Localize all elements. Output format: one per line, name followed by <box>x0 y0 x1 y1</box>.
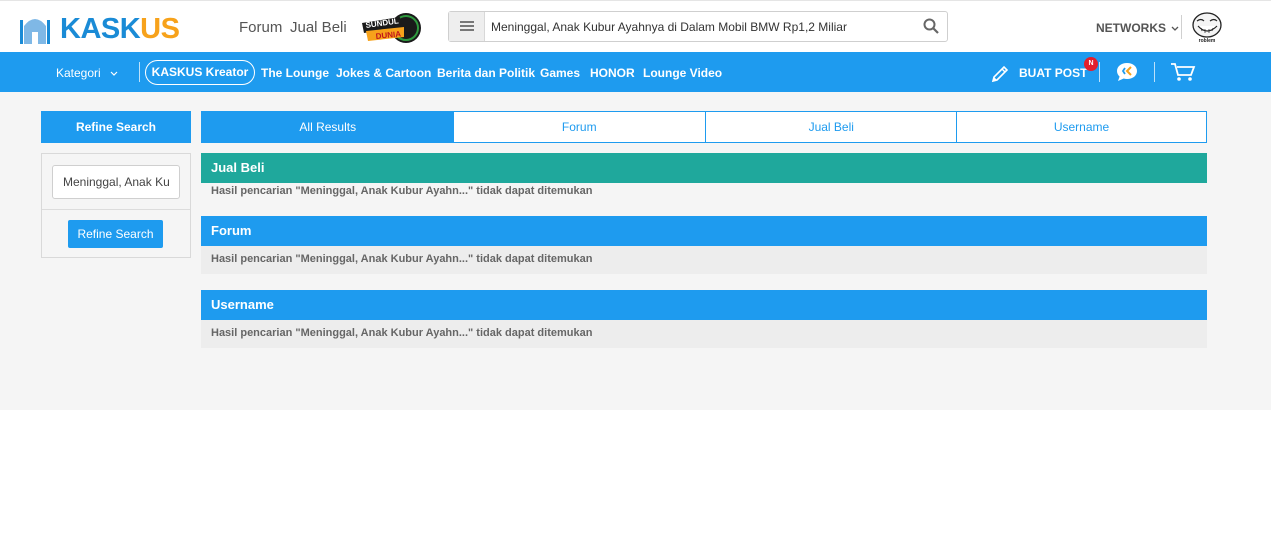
divider <box>1181 15 1182 39</box>
nav-item-the-lounge[interactable]: The Lounge <box>261 66 329 80</box>
nav-item-jokes-cartoon[interactable]: Jokes & Cartoon <box>336 66 431 80</box>
jual-beli-link[interactable]: Jual Beli <box>290 19 347 36</box>
tab-jual-beli[interactable]: Jual Beli <box>705 112 957 142</box>
buat-post-label: BUAT POST <box>1019 66 1088 80</box>
avatar[interactable]: roblem <box>1190 10 1224 44</box>
avatar-caption: roblem <box>1199 38 1216 44</box>
refine-search-button[interactable]: Refine Search <box>68 220 163 248</box>
sundul-dunia-icon: SUNDUL DUNIA <box>362 13 421 43</box>
kaskus-logo[interactable]: KASKUS <box>10 6 210 48</box>
refine-search-panel: Refine Search <box>41 153 191 258</box>
kaskus-kreator-button[interactable]: KASKUS Kreator <box>145 60 255 85</box>
chevron-down-icon <box>110 71 118 76</box>
pencil-icon <box>991 65 1009 83</box>
divider <box>42 209 190 210</box>
cart-button[interactable] <box>1170 62 1196 87</box>
notification-badge: N <box>1084 57 1098 71</box>
kategori-dropdown[interactable]: Kategori <box>56 66 118 80</box>
search-menu-button[interactable] <box>449 12 485 41</box>
refine-search-input[interactable] <box>52 165 180 199</box>
search-bar <box>448 11 948 42</box>
nav-item-honor[interactable]: HONOR <box>590 66 635 80</box>
nav-item-lounge-video[interactable]: Lounge Video <box>643 66 722 80</box>
nav-item-berita-politik[interactable]: Berita dan Politik <box>437 66 535 80</box>
nav-item-games[interactable]: Games <box>540 66 580 80</box>
divider <box>1154 62 1155 82</box>
tab-all-results[interactable]: All Results <box>202 112 454 142</box>
section-username-header: Username <box>201 290 1207 320</box>
section-jual-beli-message: Hasil pencarian "Meninggal, Anak Kubur A… <box>201 183 1207 211</box>
mosque-logo-icon <box>18 10 52 44</box>
category-navbar: Kategori KASKUS Kreator The Lounge Jokes… <box>0 52 1271 92</box>
tab-username[interactable]: Username <box>956 112 1206 142</box>
chat-bubble-icon <box>1117 63 1137 81</box>
search-results-area: Refine Search Refine Search All Results … <box>0 92 1271 410</box>
results-tabs: All Results Forum Jual Beli Username <box>201 111 1207 143</box>
section-username-message: Hasil pencarian "Meninggal, Anak Kubur A… <box>201 320 1207 348</box>
forum-link[interactable]: Forum <box>239 19 282 36</box>
chevron-down-icon <box>1171 26 1179 31</box>
refine-search-title: Refine Search <box>41 111 191 143</box>
shopping-cart-icon <box>1171 63 1196 81</box>
divider <box>1099 62 1100 82</box>
divider <box>139 62 140 82</box>
top-header: KASKUS Forum Jual Beli SUNDUL DUNIA NETW… <box>0 0 1271 52</box>
search-icon[interactable] <box>923 18 939 34</box>
networks-label: NETWORKS <box>1096 21 1166 35</box>
search-input[interactable] <box>491 12 911 41</box>
sundul-dunia-logo[interactable]: SUNDUL DUNIA <box>356 11 426 45</box>
chat-button[interactable] <box>1115 61 1139 88</box>
kategori-label: Kategori <box>56 66 101 80</box>
section-forum-message: Hasil pencarian "Meninggal, Anak Kubur A… <box>201 246 1207 274</box>
networks-dropdown[interactable]: NETWORKS <box>1096 21 1179 35</box>
section-jual-beli-header: Jual Beli <box>201 153 1207 183</box>
tab-forum[interactable]: Forum <box>453 112 705 142</box>
logo-text: KASKUS <box>60 13 180 45</box>
section-forum-header: Forum <box>201 216 1207 246</box>
troll-face-avatar-icon: roblem <box>1192 12 1222 44</box>
